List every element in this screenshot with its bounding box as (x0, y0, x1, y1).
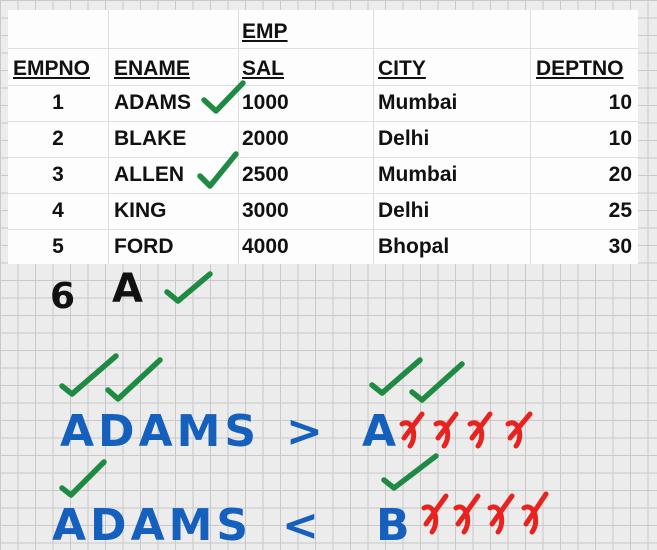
check-icon (197, 151, 239, 189)
strike-mark (453, 493, 481, 535)
check-icon (164, 271, 213, 304)
compare1-operator: > (286, 406, 323, 457)
compare2-operator: < (282, 500, 319, 550)
strike-mark (467, 411, 493, 449)
check-icon (105, 357, 163, 402)
check-icon (59, 459, 107, 498)
strike-mark (433, 411, 459, 449)
check-icon (201, 80, 246, 114)
row6-letter: A (112, 266, 143, 312)
compare1-left: ADAMS (60, 406, 260, 457)
compare2-right: B (376, 500, 410, 550)
check-icon (369, 357, 423, 396)
strike-mark (521, 491, 549, 535)
check-icon (409, 361, 465, 403)
handwriting-overlay: 6 A ADAMS > A ADAMS < B (50, 80, 549, 550)
row6-number: 6 (50, 276, 75, 317)
check-icon (381, 453, 439, 491)
strike-mark (421, 493, 449, 535)
compare1-right: A (362, 406, 396, 457)
strike-mark (399, 411, 425, 449)
strike-mark (505, 411, 533, 449)
compare2-left: ADAMS (52, 500, 252, 550)
strike-mark (487, 493, 515, 535)
